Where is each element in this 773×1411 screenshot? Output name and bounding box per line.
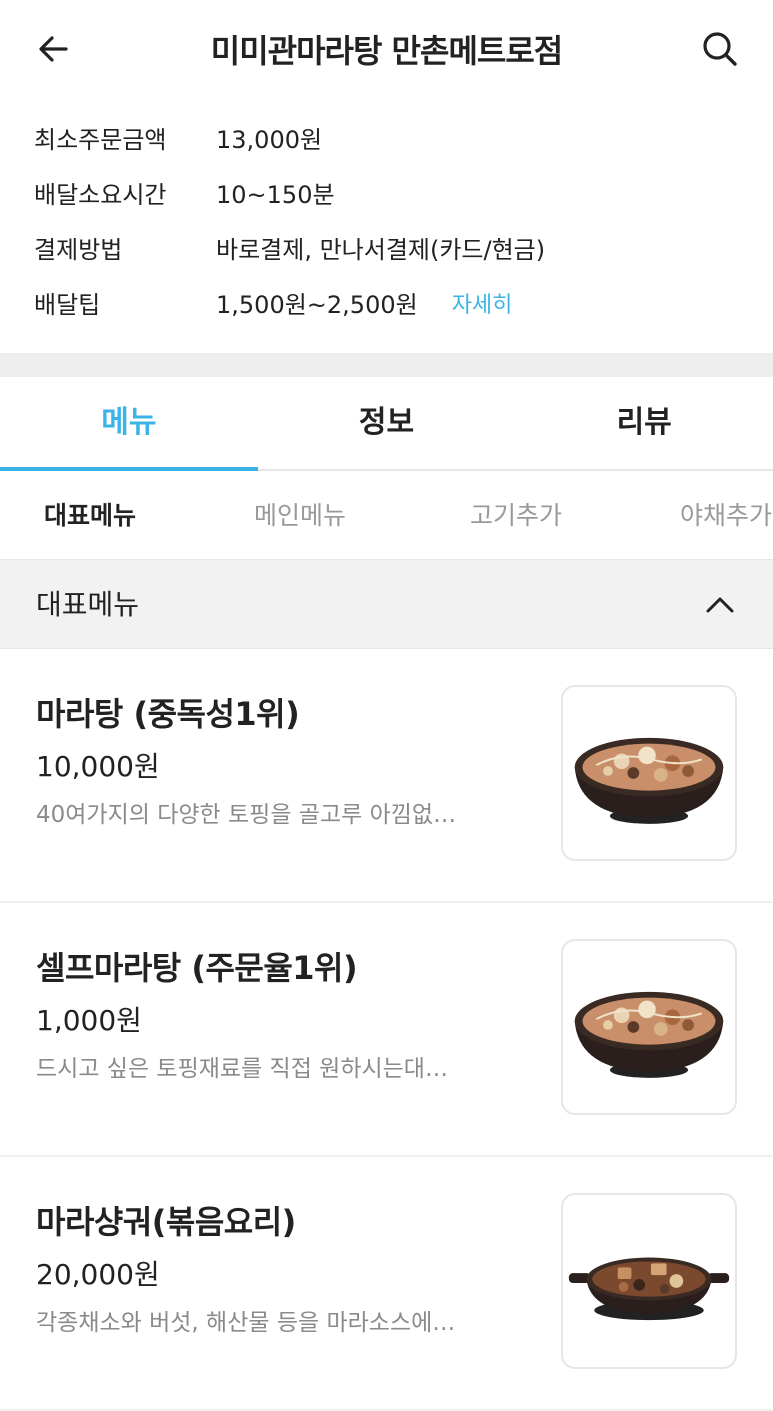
section-divider	[0, 353, 773, 377]
info-row-delivery-tip: 배달팁 1,500원~2,500원 자세히	[34, 275, 773, 330]
subtab-main-menu[interactable]: 메인메뉴	[254, 471, 346, 559]
subtab-add-meat[interactable]: 고기추가	[470, 471, 562, 559]
mala-soup-bowl-image	[574, 991, 724, 1078]
menu-item-price: 10,000원	[36, 750, 160, 783]
menu-item-name: 마라샹궈(볶음요리)	[36, 1203, 296, 1241]
section-header[interactable]: 대표메뉴	[0, 560, 773, 649]
search-icon	[703, 32, 737, 66]
info-value: 바로결제, 만나서결제(카드/현금)	[216, 236, 546, 264]
info-label: 배달소요시간	[34, 181, 167, 209]
menu-item-image	[561, 1193, 737, 1369]
delivery-tip-detail-link[interactable]: 자세히	[452, 287, 513, 319]
menu-item-name: 셀프마라탕 (주문율1위)	[36, 949, 358, 987]
tab-info[interactable]: 정보	[258, 377, 516, 469]
menu-item-price: 1,000원	[36, 1004, 142, 1037]
subtab-add-vegetable[interactable]: 야채추가	[680, 471, 772, 559]
menu-item[interactable]: 마라탕 (중독성1위) 10,000원 40여가지의 다양한 토핑을 골고루 아…	[0, 649, 773, 903]
info-value: 13,000원	[216, 126, 323, 154]
mala-xiangguo-pan-image	[568, 1257, 730, 1321]
info-label: 배달팁	[34, 291, 101, 319]
menu-item-name: 마라탕 (중독성1위)	[36, 695, 300, 733]
menu-item-description: 드시고 싶은 토핑재료를 직접 원하시는대…	[36, 1056, 448, 1082]
subtab-signature-menu[interactable]: 대표메뉴	[44, 471, 136, 559]
menu-item-price: 20,000원	[36, 1258, 160, 1291]
menu-item-description: 각종채소와 버섯, 해산물 등을 마라소스에…	[36, 1310, 456, 1336]
category-tabs: 대표메뉴 메인메뉴 고기추가 야채추가	[0, 471, 773, 560]
tab-menu[interactable]: 메뉴	[0, 377, 258, 471]
info-label: 최소주문금액	[34, 126, 167, 154]
info-row-payment: 결제방법 바로결제, 만나서결제(카드/현금)	[34, 220, 773, 275]
main-tabs: 메뉴 정보 리뷰	[0, 377, 773, 471]
menu-item-description: 40여가지의 다양한 토핑을 골고루 아낌없…	[36, 802, 457, 828]
search-button[interactable]	[697, 26, 743, 72]
mala-soup-bowl-image	[574, 737, 724, 824]
menu-item-image	[561, 939, 737, 1115]
tab-review[interactable]: 리뷰	[515, 377, 773, 469]
info-label: 결제방법	[34, 236, 123, 264]
store-info: 최소주문금액 13,000원 배달소요시간 10~150분 결제방법 바로결제,…	[0, 96, 773, 341]
info-row-delivery-time: 배달소요시간 10~150분	[34, 165, 773, 220]
menu-item[interactable]: 셀프마라탕 (주문율1위) 1,000원 드시고 싶은 토핑재료를 직접 원하시…	[0, 903, 773, 1157]
section-title: 대표메뉴	[36, 588, 140, 621]
collapse-button[interactable]	[703, 588, 737, 622]
info-value: 10~150분	[216, 181, 335, 209]
app-header: 미미관마라탕 만촌메트로점	[0, 0, 773, 96]
info-row-min-order: 최소주문금액 13,000원	[34, 110, 773, 165]
menu-item[interactable]: 마라샹궈(볶음요리) 20,000원 각종채소와 버섯, 해산물 등을 마라소스…	[0, 1157, 773, 1411]
page-title: 미미관마라탕 만촌메트로점	[210, 32, 563, 70]
menu-item-image	[561, 685, 737, 861]
chevron-up-icon	[706, 597, 734, 613]
info-value: 1,500원~2,500원	[216, 291, 418, 319]
